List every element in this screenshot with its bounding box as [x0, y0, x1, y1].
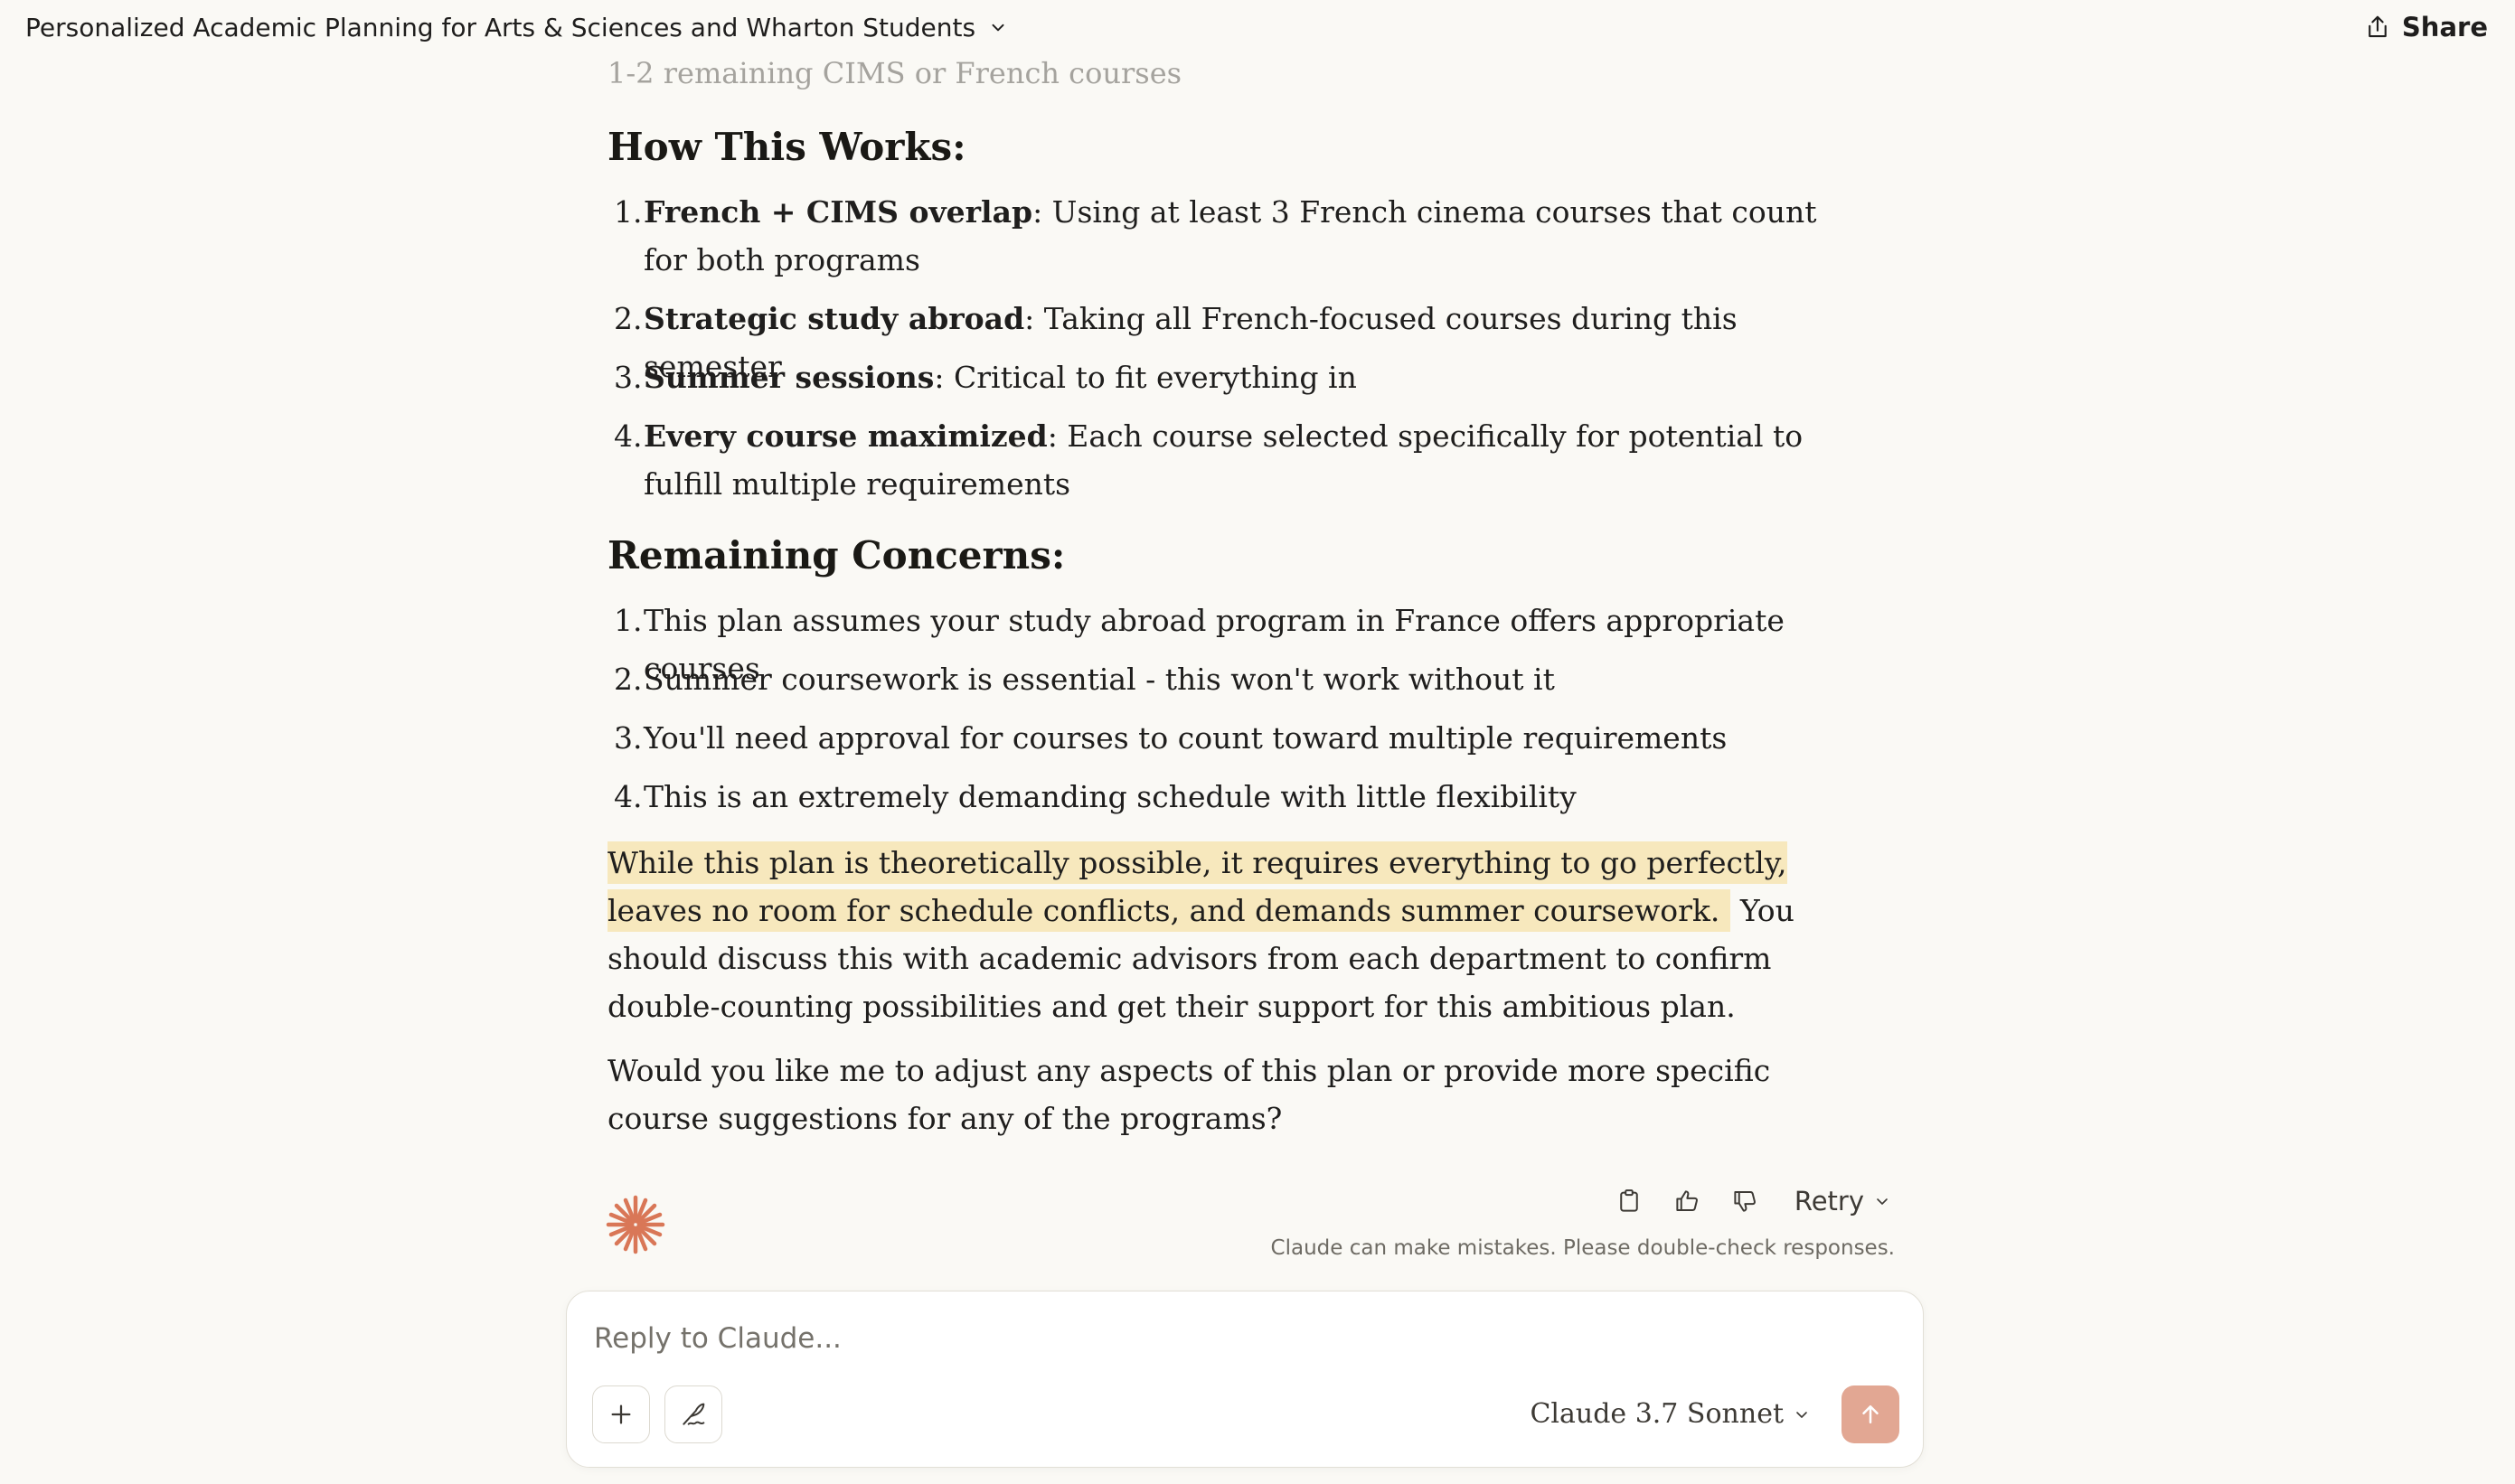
highlighted-text: While this plan is theoretically possibl…: [608, 841, 1787, 932]
list-item-text: This is an extremely demanding schedule …: [644, 779, 1577, 814]
list-number: 4.: [614, 779, 643, 814]
thumbs-up-icon: [1676, 1190, 1698, 1211]
send-button[interactable]: [1842, 1385, 1899, 1443]
thumbs-down-button[interactable]: [1729, 1186, 1760, 1216]
list-item: 3. Summer sessions: Critical to fit every…: [608, 353, 1846, 401]
faded-text-line: 1-2 remaining CIMS or French courses: [608, 56, 1182, 90]
list-item-bold: Strategic study abroad: [644, 301, 1025, 336]
plus-icon: [611, 1404, 631, 1424]
model-label: Claude 3.7 Sonnet: [1530, 1398, 1784, 1430]
thumbs-down-icon: [1734, 1191, 1756, 1212]
list-item: 1. French + CIMS overlap: Using at least …: [608, 188, 1846, 284]
remaining-concerns-heading: Remaining Concerns:: [608, 533, 1066, 578]
thumbs-up-button[interactable]: [1672, 1186, 1702, 1216]
message-actions: Retry: [1614, 1186, 1891, 1216]
reply-composer: Reply to Claude... Claude 3.7 Sonnet: [566, 1291, 1924, 1468]
add-attachment-button[interactable]: [592, 1385, 650, 1443]
top-bar: Personalized Academic Planning for Arts …: [0, 0, 2515, 54]
list-item-text: You'll need approval for courses to coun…: [644, 720, 1728, 756]
list-number: 2.: [614, 301, 643, 336]
share-icon: [2369, 15, 2387, 38]
list-item: 3. You'll need approval for courses to co…: [608, 714, 1846, 762]
list-item: 4. This is an extremely demanding schedul…: [608, 773, 1846, 821]
list-number: 2.: [614, 662, 643, 697]
list-item: 2. Summer coursework is essential - this …: [608, 655, 1846, 703]
clipboard-icon: [1620, 1189, 1638, 1212]
copy-button[interactable]: [1614, 1186, 1644, 1216]
disclaimer-text: Claude can make mistakes. Please double-…: [1270, 1236, 1895, 1260]
list-number: 1.: [614, 194, 643, 230]
style-button[interactable]: [664, 1385, 722, 1443]
list-item-text: : Critical to fit everything in: [934, 360, 1357, 395]
list-item-bold: Summer sessions: [644, 360, 935, 395]
closing-paragraph: While this plan is theoretically possibl…: [608, 839, 1855, 1030]
how-this-works-heading: How This Works:: [608, 125, 966, 169]
chevron-down-icon[interactable]: [988, 17, 1008, 37]
chevron-down-icon: [1796, 1411, 1807, 1418]
list-number: 1.: [614, 603, 643, 638]
quill-pen-icon: [683, 1403, 705, 1425]
retry-button[interactable]: Retry: [1794, 1186, 1891, 1216]
reply-input[interactable]: Reply to Claude...: [594, 1322, 842, 1355]
claude-logo-icon: [606, 1195, 665, 1254]
list-number: 3.: [614, 360, 643, 395]
list-item-text: Summer coursework is essential - this wo…: [644, 662, 1555, 697]
share-button[interactable]: Share: [2364, 12, 2488, 42]
follow-up-question: Would you like me to adjust any aspects …: [608, 1053, 1771, 1136]
model-selector[interactable]: Claude 3.7 Sonnet: [1530, 1398, 1811, 1430]
list-number: 3.: [614, 720, 643, 756]
arrow-up-icon: [1862, 1405, 1879, 1423]
list-number: 4.: [614, 418, 643, 454]
list-item: 4. Every course maximized: Each course se…: [608, 412, 1846, 508]
list-item-bold: Every course maximized: [644, 418, 1048, 454]
conversation-title[interactable]: Personalized Academic Planning for Arts …: [25, 13, 975, 42]
share-label: Share: [2401, 12, 2488, 42]
list-item-bold: French + CIMS overlap: [644, 194, 1033, 230]
retry-label: Retry: [1794, 1186, 1864, 1216]
chevron-down-icon: [1877, 1198, 1888, 1205]
conversation-title-menu[interactable]: Personalized Academic Planning for Arts …: [25, 13, 1008, 42]
